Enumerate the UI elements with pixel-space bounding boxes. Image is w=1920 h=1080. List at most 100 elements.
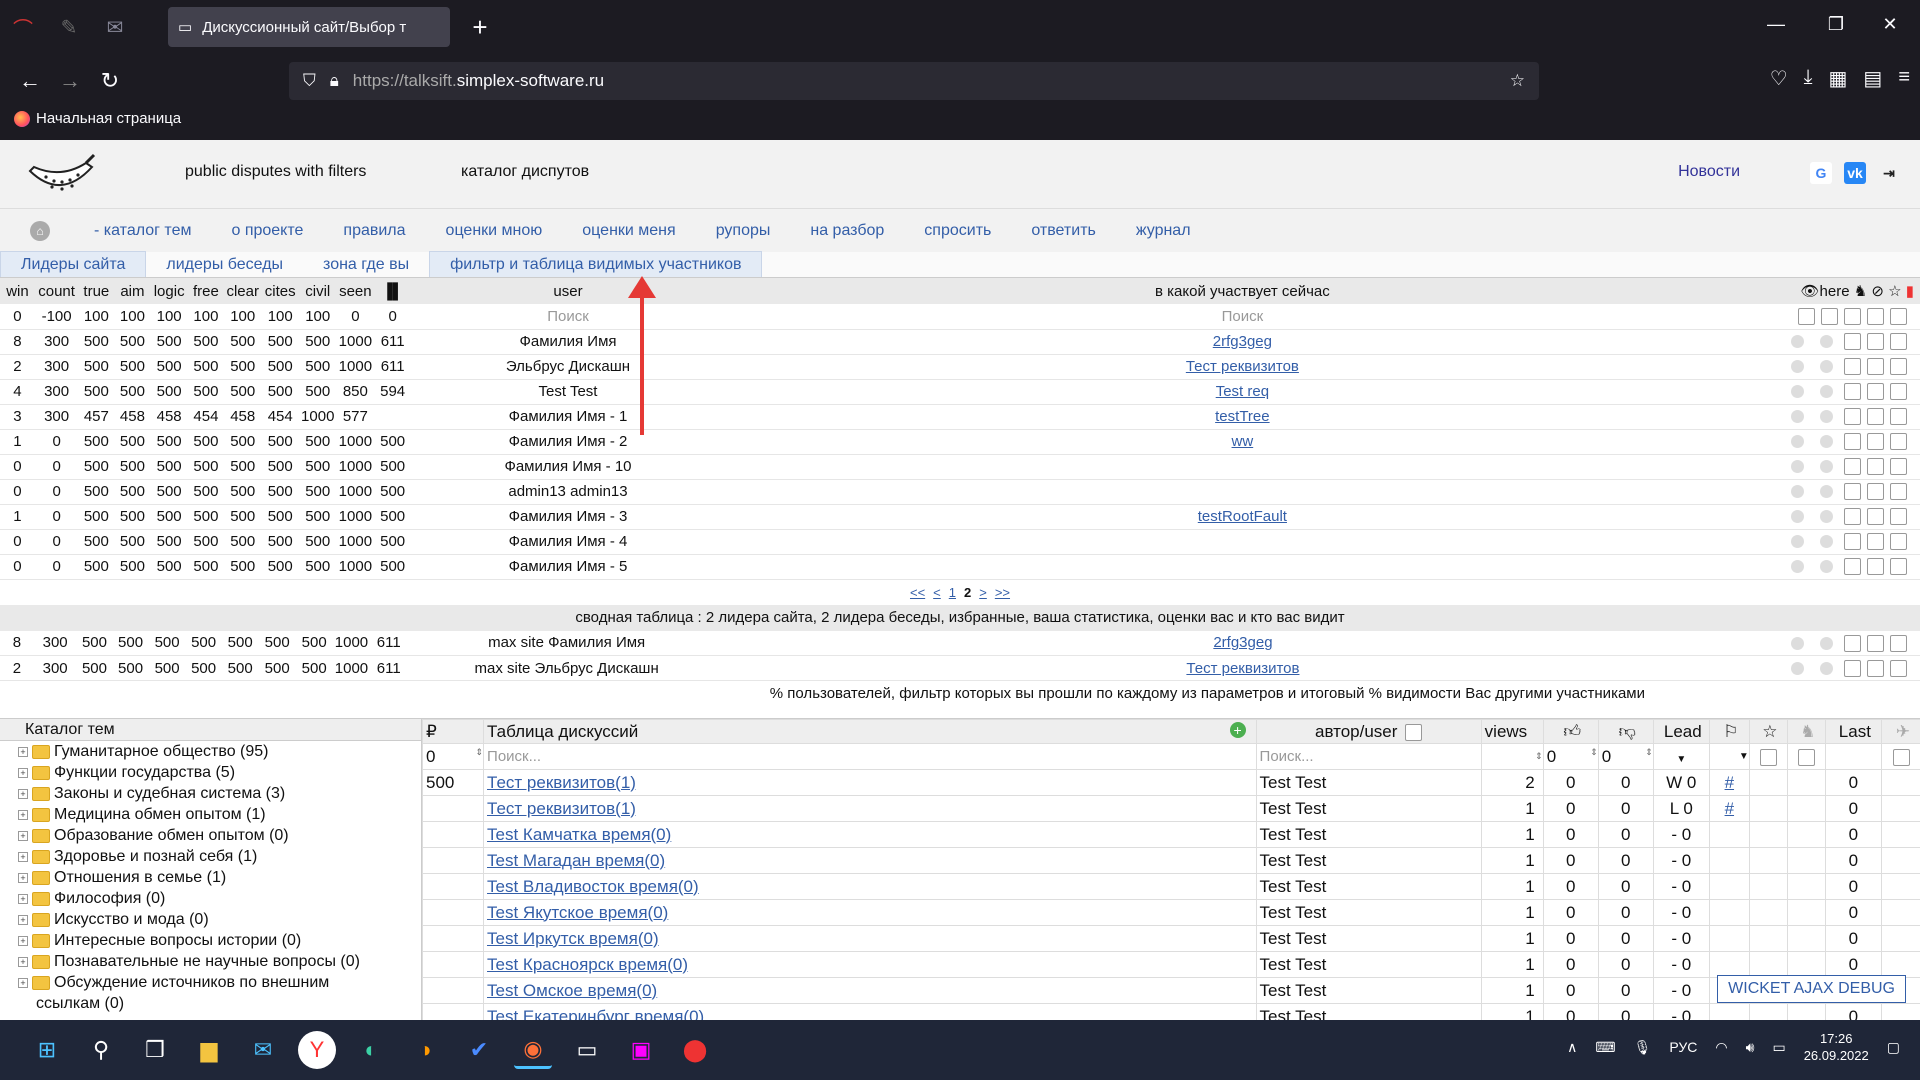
expand-icon[interactable]: + (18, 746, 28, 757)
hidden-eye-icon[interactable]: ⊘ (1867, 283, 1884, 300)
flag-checkbox[interactable] (1844, 483, 1861, 501)
discussion-link[interactable]: Тест реквизитов (1186, 660, 1299, 677)
col-price[interactable]: ₽ (422, 719, 485, 744)
expand-icon[interactable]: + (18, 914, 28, 925)
filter-cell[interactable]: 100 (223, 304, 262, 330)
pager-link-3[interactable]: 2 (964, 585, 971, 600)
expand-icon[interactable]: + (18, 788, 28, 799)
author-cell[interactable]: Test Test (1255, 977, 1482, 1004)
user-name[interactable]: max site Фамилия Имя (407, 630, 727, 656)
title-search[interactable]: Поиск... (483, 743, 1257, 770)
author-cell[interactable]: Test Test (1255, 821, 1482, 848)
flag-checkbox[interactable] (1798, 308, 1815, 326)
menu-item-5[interactable]: рупоры (716, 222, 771, 240)
discussion-title-link[interactable]: Test Красноярск время(0) (487, 955, 688, 974)
news-link[interactable]: Новости (1678, 163, 1740, 181)
flag-checkbox[interactable] (1890, 483, 1907, 501)
flag-checkbox[interactable] (1867, 634, 1884, 652)
col-user[interactable]: user (411, 278, 725, 304)
notifications-icon[interactable]: ▢ (1887, 1039, 1900, 1056)
col-true[interactable]: true (78, 278, 115, 304)
discussion-title-link[interactable]: Test Магадан время(0) (487, 851, 665, 870)
forward-button[interactable]: → (50, 61, 90, 101)
subtab-2[interactable]: зона где вы (303, 251, 429, 277)
pocket-icon[interactable]: ♡ (1770, 66, 1788, 91)
spinner-icon[interactable]: ⇕ (1535, 751, 1543, 762)
pinned-tab-1[interactable]: ⌒ (0, 7, 46, 47)
flag-checkbox[interactable] (1844, 533, 1861, 551)
flag-checkbox[interactable] (1844, 458, 1861, 476)
filter-cell[interactable]: 100 (78, 304, 115, 330)
author-search[interactable]: Поиск... (1255, 743, 1482, 770)
restore-button[interactable]: ❐ (1816, 14, 1856, 35)
lead-select[interactable]: ▼ (1652, 743, 1710, 770)
user-name[interactable]: Фамилия Имя (411, 329, 725, 355)
flag-checkbox[interactable] (1867, 433, 1884, 451)
file-explorer-icon[interactable]: ▆ (190, 1031, 228, 1069)
expand-icon[interactable]: + (18, 851, 28, 862)
flag-checkbox[interactable] (1844, 558, 1861, 576)
col-likes[interactable]: 👍︎ (1542, 719, 1599, 744)
flag-checkbox[interactable] (1890, 433, 1907, 451)
author-checkbox[interactable] (1405, 723, 1423, 741)
menu-item-4[interactable]: оценки меня (582, 222, 675, 240)
flag-checkbox[interactable] (1867, 383, 1884, 401)
user-name[interactable]: Фамилия Имя - 10 (411, 454, 725, 480)
record-icon[interactable]: ⬤ (676, 1031, 714, 1069)
col-aim[interactable]: aim (114, 278, 151, 304)
filter-cell[interactable]: 0 (336, 304, 375, 330)
spinner-icon[interactable]: ⇕ (1590, 747, 1598, 758)
url-bar[interactable]: ⛉ 🔒︎ https://talksift.simplex-software.ru… (289, 62, 1539, 100)
flag-checkbox[interactable] (1821, 308, 1838, 326)
filter-cell[interactable]: 100 (187, 304, 224, 330)
menu-item-2[interactable]: правила (343, 222, 405, 240)
col-dislikes[interactable]: 👎︎ (1597, 719, 1654, 744)
col-clear[interactable]: clear (223, 278, 262, 304)
google-login-icon[interactable]: G (1810, 162, 1832, 184)
minimize-button[interactable]: — (1756, 14, 1796, 35)
reload-button[interactable]: ↻ (90, 61, 130, 101)
edge-icon[interactable]: ◐ (352, 1031, 390, 1069)
author-cell[interactable]: Test Test (1255, 899, 1482, 926)
author-cell[interactable]: Test Test (1255, 951, 1482, 978)
mute-checkbox[interactable] (1892, 748, 1910, 766)
col-views[interactable]: views (1480, 719, 1544, 744)
flag-checkbox[interactable] (1867, 483, 1884, 501)
dislikes-filter[interactable]: 0 ⇕ (1597, 743, 1654, 770)
volume-icon[interactable]: 🔊︎ (1746, 1039, 1755, 1056)
menu-item-1[interactable]: о проекте (231, 222, 303, 240)
expand-icon[interactable]: + (18, 872, 28, 883)
col-dog[interactable]: ♞ (1786, 719, 1826, 744)
flag-checkbox[interactable] (1867, 508, 1884, 526)
expand-icon[interactable]: + (18, 977, 28, 988)
dog-icon[interactable]: ♞ (1850, 283, 1867, 300)
user-name[interactable]: admin13 admin13 (411, 479, 725, 505)
discussion-link[interactable]: 2rfg3geg (1213, 634, 1272, 651)
shield-icon[interactable]: ⛉ (303, 71, 316, 91)
yandex-icon[interactable]: Y (298, 1031, 336, 1069)
dog-checkbox[interactable] (1797, 748, 1815, 766)
download-icon[interactable]: ⤓ (1804, 66, 1813, 91)
flag-ru-icon[interactable]: ▮ (1902, 283, 1914, 300)
eye-icon[interactable]: 👁︎ (1801, 283, 1820, 300)
menu-item-7[interactable]: спросить (924, 222, 991, 240)
flag-checkbox[interactable] (1844, 308, 1861, 326)
discussion-title-link[interactable]: Test Екатеринбург время(0) (487, 1007, 704, 1021)
col-free[interactable]: free (187, 278, 224, 304)
flag-checkbox[interactable] (1844, 659, 1861, 677)
subtab-1[interactable]: лидеры беседы (146, 251, 303, 277)
user-search[interactable]: Поиск (411, 304, 725, 330)
flag-checkbox[interactable] (1867, 358, 1884, 376)
flag-checkbox[interactable] (1844, 333, 1861, 351)
user-name[interactable]: Фамилия Имя - 1 (411, 404, 725, 430)
lock-icon[interactable]: 🔒︎ (330, 71, 339, 91)
col-discussion[interactable]: в какой участвует сейчас (724, 278, 1760, 304)
catalog-link[interactable]: каталог диспутов (461, 163, 589, 181)
bookmark-home[interactable]: Начальная страница (14, 110, 181, 127)
col-civil[interactable]: civil (298, 278, 337, 304)
flag-checkbox[interactable] (1890, 408, 1907, 426)
flag-checkbox[interactable] (1890, 533, 1907, 551)
flag-checkbox[interactable] (1867, 533, 1884, 551)
bookmark-star-icon[interactable]: ☆ (1510, 71, 1525, 91)
spinner-icon[interactable]: ⇕ (1645, 747, 1653, 758)
